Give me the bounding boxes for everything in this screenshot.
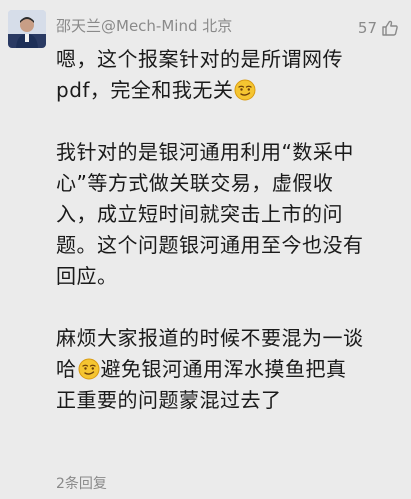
comment-line: 题。这个问题银河通用至今也没有 — [56, 233, 364, 257]
comment-line: 我针对的是银河通用利用“数采中 — [56, 140, 354, 164]
avatar-image — [8, 10, 46, 48]
comment-paragraph-3: 麻烦大家报道的时候不要混为一谈 哈避免银河通用浑水摸鱼把真 正重要的问题蒙混过去… — [56, 323, 396, 416]
comment-line: 嗯，这个报案针对的是所谓网传 — [56, 47, 343, 71]
comment-card: 邵天兰@Mech-Mind 北京 57 嗯，这个报案针对的是所谓网传 pdf，完… — [0, 0, 411, 499]
author-name[interactable]: 邵天兰@Mech-Mind 北京 — [56, 16, 232, 36]
comment-line: pdf，完全和我无关 — [56, 78, 234, 102]
comment-body: 嗯，这个报案针对的是所谓网传 pdf，完全和我无关 我针对的是银河通用利用“数采… — [56, 44, 396, 416]
comment-paragraph-2: 我针对的是银河通用利用“数采中 心”等方式做关联交易，虚假收 入，成立短时间就突… — [56, 137, 396, 292]
comment-line: 入，成立短时间就突击上市的问 — [56, 202, 343, 226]
comment-line: 正重要的问题蒙混过去了 — [56, 388, 282, 412]
comment-line: 回应。 — [56, 264, 118, 288]
comment-line: 麻烦大家报道的时候不要混为一谈 — [56, 326, 364, 350]
like-count: 57 — [357, 19, 377, 37]
comment-line: 心”等方式做关联交易，虚假收 — [56, 171, 334, 195]
thumbs-up-icon — [382, 20, 398, 36]
avatar[interactable] — [8, 10, 46, 48]
like-button[interactable]: 57 — [358, 18, 399, 38]
comment-paragraph-1: 嗯，这个报案针对的是所谓网传 pdf，完全和我无关 — [56, 44, 396, 106]
view-replies-link[interactable]: 2条回复 — [56, 474, 107, 494]
comment-line: 避免银河通用浑水摸鱼把真 — [100, 357, 347, 381]
comment-line: 哈 — [56, 357, 77, 381]
smirk-emoji-icon — [234, 79, 256, 101]
smirk-emoji-icon — [78, 358, 100, 380]
